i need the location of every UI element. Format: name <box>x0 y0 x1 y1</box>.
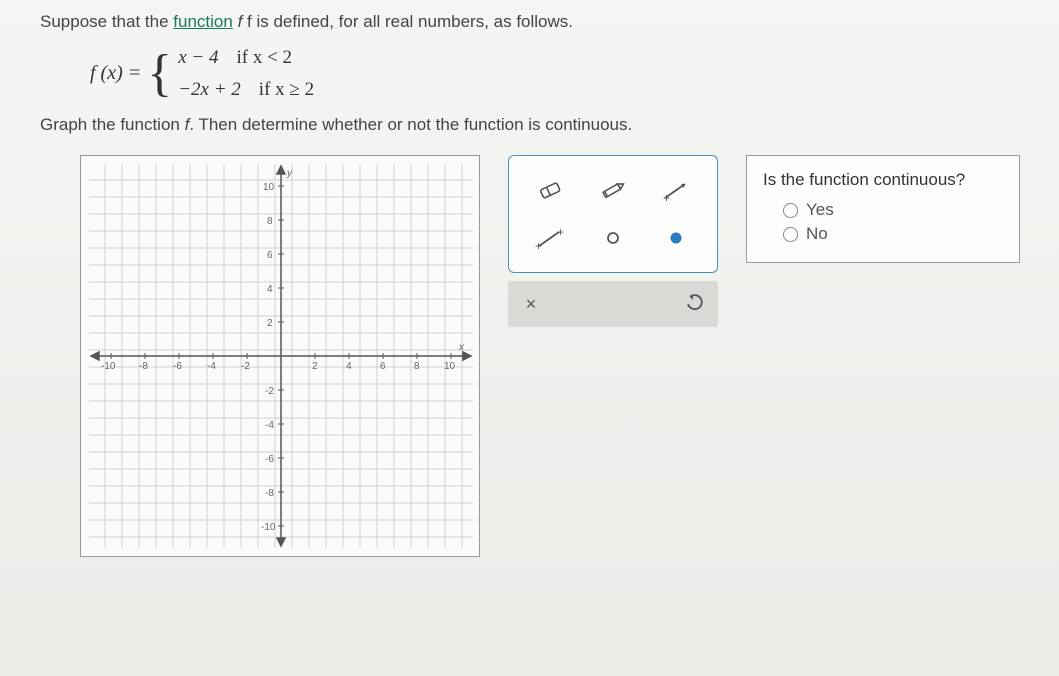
action-bar: × <box>508 281 718 327</box>
svg-text:2: 2 <box>312 361 318 372</box>
option-no[interactable]: No <box>783 224 1003 244</box>
svg-text:10: 10 <box>263 182 275 193</box>
continuity-question: Is the function continuous? Yes No <box>746 155 1020 263</box>
close-icon: × <box>526 294 537 315</box>
svg-text:+: + <box>663 191 670 202</box>
svg-text:+: + <box>535 239 542 250</box>
question-title: Is the function continuous? <box>763 170 1003 190</box>
svg-text:4: 4 <box>267 284 273 295</box>
svg-text:-4: -4 <box>207 361 216 372</box>
pencil-tool[interactable] <box>589 170 637 210</box>
closed-point-tool[interactable] <box>652 218 700 258</box>
eraser-tool[interactable] <box>526 170 574 210</box>
prompt-intro: Suppose that the function f f is defined… <box>40 12 1059 32</box>
svg-text:-4: -4 <box>265 420 274 431</box>
svg-text:8: 8 <box>267 216 273 227</box>
svg-text:x: x <box>458 342 465 353</box>
clear-button[interactable]: × <box>516 289 546 319</box>
svg-text:-2: -2 <box>265 386 274 397</box>
svg-text:6: 6 <box>380 361 386 372</box>
instruction-text: Graph the function f. Then determine whe… <box>40 115 1059 135</box>
svg-text:-8: -8 <box>265 488 274 499</box>
svg-text:-10: -10 <box>101 361 116 372</box>
radio-icon <box>783 227 798 242</box>
svg-text:10: 10 <box>444 361 456 372</box>
svg-text:4: 4 <box>346 361 352 372</box>
graph-canvas[interactable]: 246810 -2-4-6-8-10 246810 -2-4-6-8-10 x … <box>80 155 480 557</box>
radio-icon <box>783 203 798 218</box>
svg-text:-10: -10 <box>261 522 276 533</box>
function-definition: f (x) = { x − 4if x < 2 −2x + 2if x ≥ 2 <box>90 44 1059 103</box>
ray-tool[interactable]: + <box>652 170 700 210</box>
function-link[interactable]: function <box>173 12 233 31</box>
svg-text:8: 8 <box>414 361 420 372</box>
svg-text:-6: -6 <box>173 361 182 372</box>
svg-text:+: + <box>557 226 564 239</box>
option-yes[interactable]: Yes <box>783 200 1003 220</box>
svg-text:-2: -2 <box>241 361 250 372</box>
svg-text:y: y <box>286 168 293 179</box>
tool-palette: + ++ <box>508 155 718 273</box>
svg-text:6: 6 <box>267 250 273 261</box>
undo-icon <box>685 294 705 314</box>
undo-button[interactable] <box>680 289 710 319</box>
open-point-tool[interactable] <box>589 218 637 258</box>
svg-text:2: 2 <box>267 318 273 329</box>
svg-text:-6: -6 <box>265 454 274 465</box>
svg-text:-8: -8 <box>139 361 148 372</box>
segment-tool[interactable]: ++ <box>526 218 574 258</box>
